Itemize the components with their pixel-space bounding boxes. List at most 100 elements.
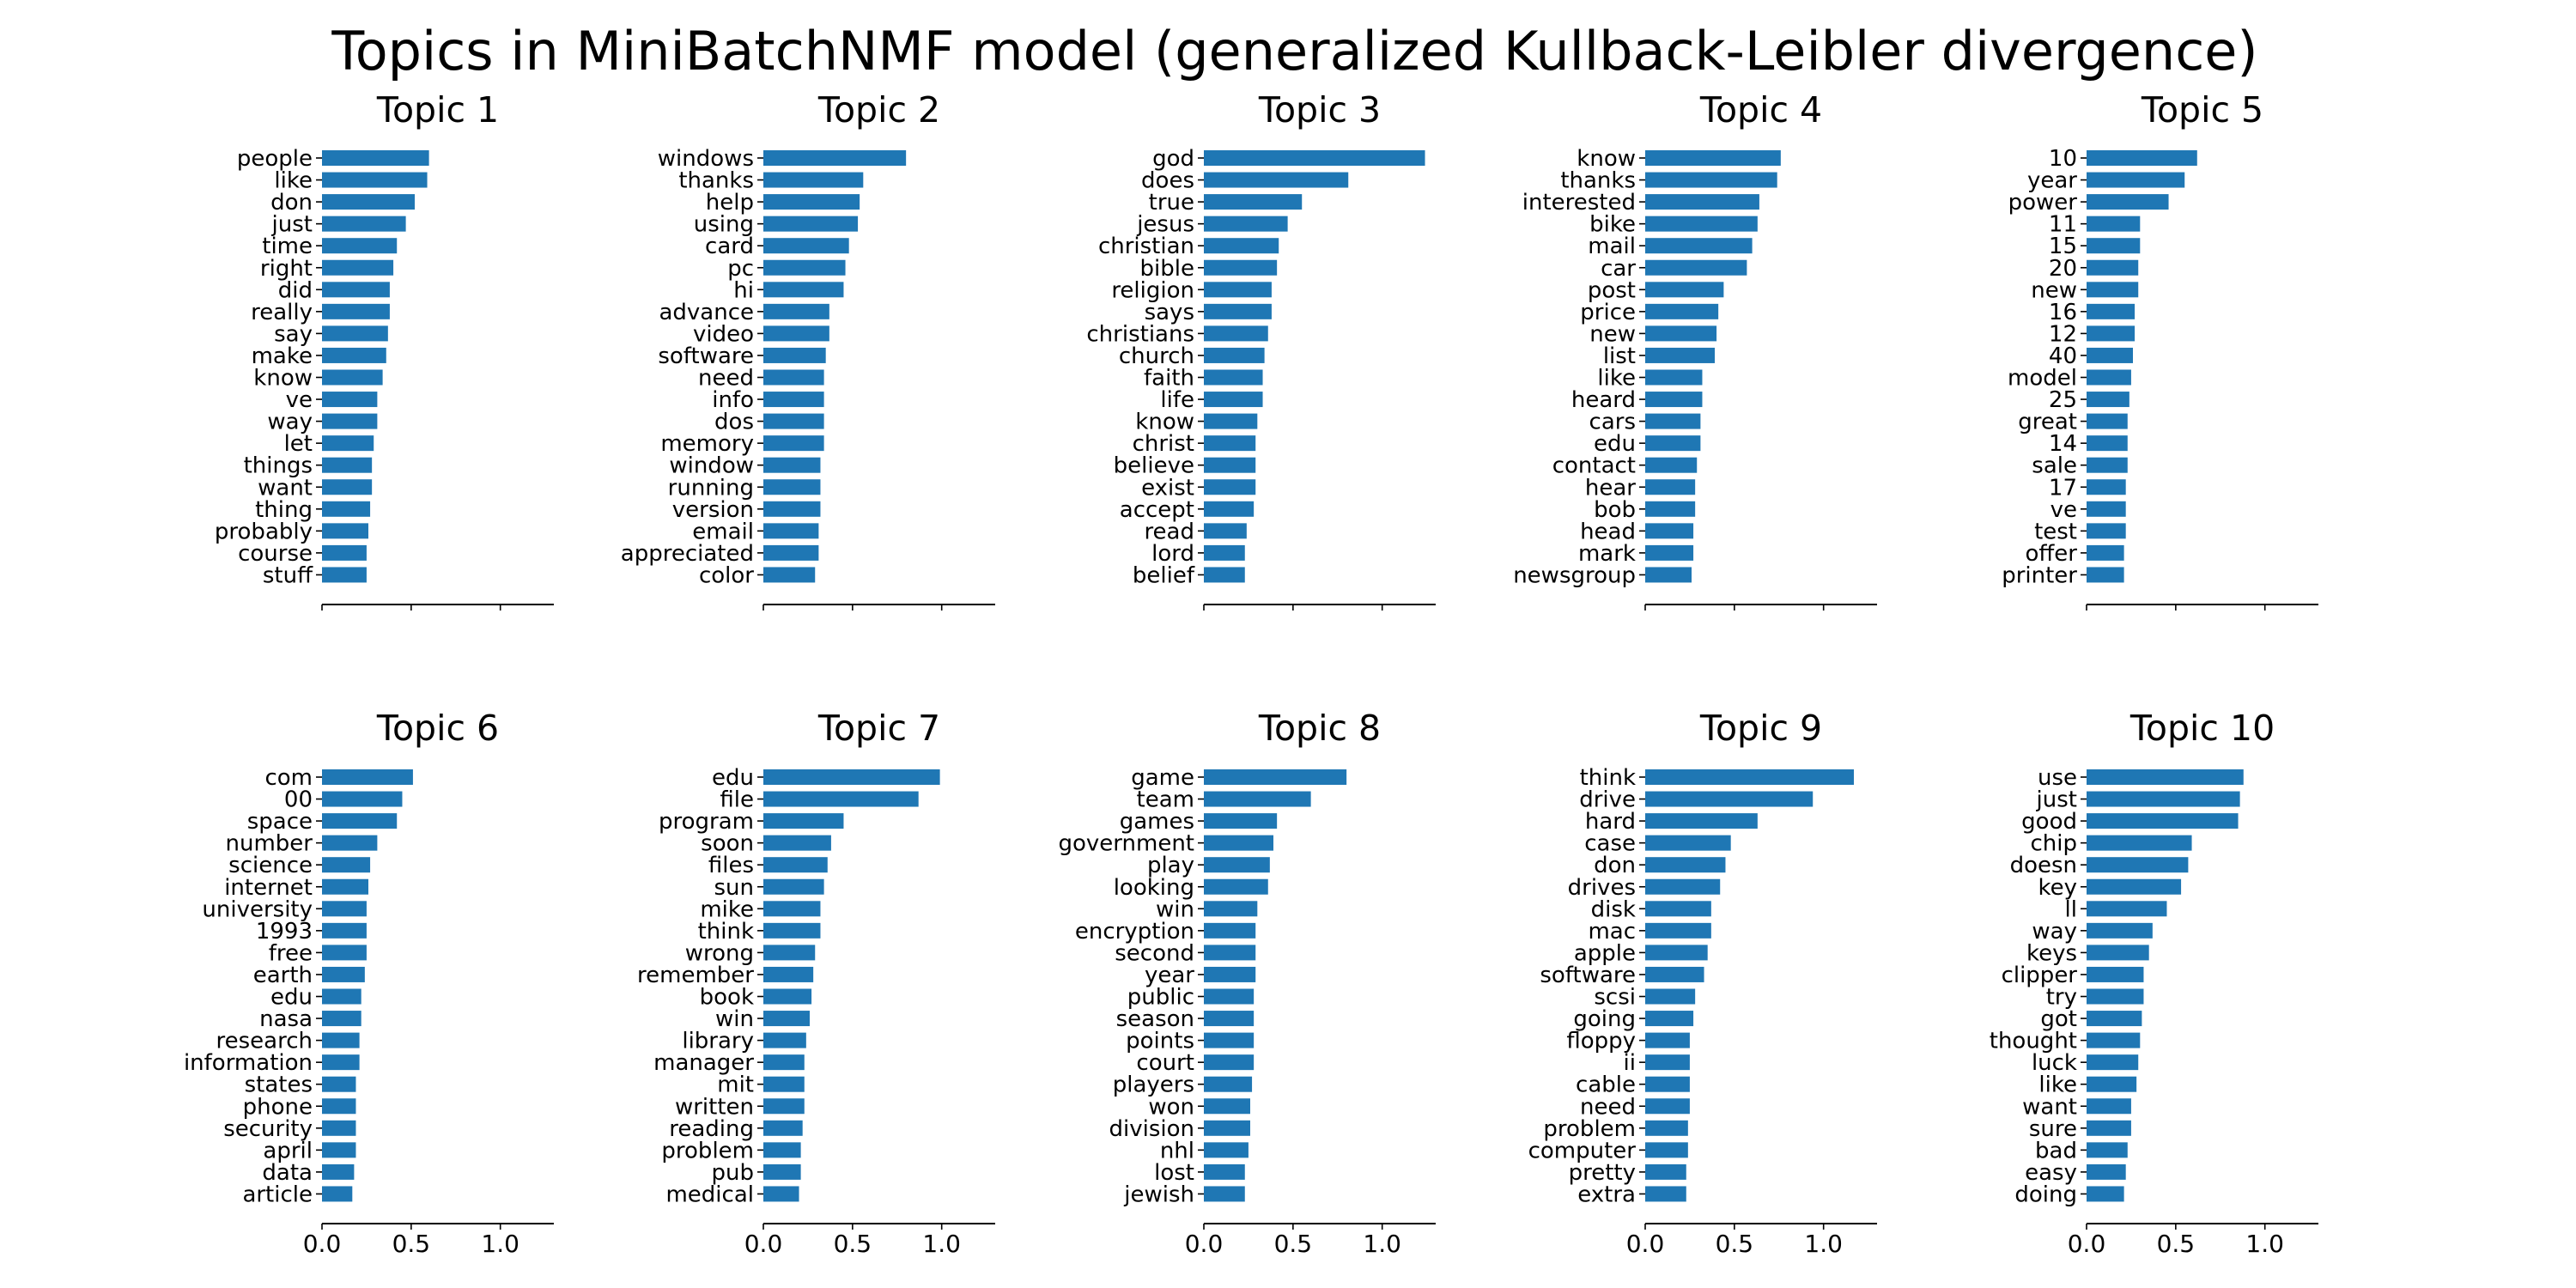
y-tick-label: article <box>242 1182 313 1207</box>
bar-year <box>1204 966 1256 982</box>
bar-cable <box>1645 1076 1690 1092</box>
bar-earth <box>322 966 365 982</box>
bar-ve <box>322 392 378 408</box>
bar-dos <box>763 413 824 429</box>
bar-hard <box>1645 813 1758 829</box>
bar-bible <box>1204 259 1278 276</box>
bar-nhl <box>1204 1142 1249 1158</box>
bar-remember <box>763 966 814 982</box>
bar-christ <box>1204 435 1256 452</box>
bar-want <box>322 479 373 495</box>
bar-problem <box>1645 1120 1688 1136</box>
bar-things <box>322 457 373 473</box>
bar-did <box>322 282 390 298</box>
bar-card <box>763 238 849 254</box>
bar-ve <box>2087 501 2126 517</box>
bar-17 <box>2087 479 2126 495</box>
bar-april <box>322 1142 356 1158</box>
bar-probably <box>322 523 368 539</box>
bar-information <box>322 1054 360 1071</box>
bar-bike <box>1645 216 1758 232</box>
bar-library <box>763 1032 806 1048</box>
bar-course <box>322 544 367 561</box>
bar-16 <box>2087 303 2136 319</box>
bar-printer <box>2087 567 2124 583</box>
bar-know <box>322 369 383 386</box>
bar-pc <box>763 259 846 276</box>
bar-read <box>1204 523 1247 539</box>
bar-hi <box>763 282 844 298</box>
bar-believe <box>1204 457 1256 473</box>
bar-stuff <box>322 567 367 583</box>
bar-got <box>2087 1011 2142 1027</box>
bar-list <box>1645 347 1715 363</box>
bar-info <box>763 392 824 408</box>
bar-key <box>2087 878 2182 895</box>
x-tick-label: 0.5 <box>392 1230 431 1258</box>
subplot-title: Topic 8 <box>1258 708 1381 749</box>
bar-ll <box>2087 901 2167 917</box>
x-tick-label: 0.5 <box>1716 1230 1754 1258</box>
bar-color <box>763 567 816 583</box>
bar-book <box>763 988 812 1005</box>
bar-space <box>322 813 398 829</box>
bar-extra <box>1645 1186 1686 1202</box>
bar-use <box>2087 769 2244 785</box>
x-tick-label: 0.0 <box>1185 1230 1224 1258</box>
bar-true <box>1204 194 1303 210</box>
x-tick-label: 1.0 <box>1363 1230 1401 1258</box>
bar-interested <box>1645 194 1759 210</box>
bar-need <box>1645 1098 1690 1115</box>
bar-hear <box>1645 479 1696 495</box>
bar-christian <box>1204 238 1279 254</box>
bar-nasa <box>322 1011 361 1027</box>
bar-phone <box>322 1098 356 1115</box>
y-tick-label: extra <box>1577 1182 1636 1207</box>
bar-like <box>2087 1076 2137 1092</box>
bar-pretty <box>1645 1163 1686 1180</box>
bar-contact <box>1645 457 1698 473</box>
subplot-title: Topic 7 <box>817 708 940 749</box>
bar-science <box>322 857 371 873</box>
bar-win <box>763 1011 810 1027</box>
bar-program <box>763 813 844 829</box>
bar-does <box>1204 172 1349 188</box>
bar-new <box>1645 325 1717 342</box>
bar-play <box>1204 857 1270 873</box>
bar-drive <box>1645 791 1814 807</box>
x-tick-label: 0.5 <box>1274 1230 1313 1258</box>
bar-luck <box>2087 1054 2139 1071</box>
bar-great <box>2087 413 2128 429</box>
bar-post <box>1645 282 1724 298</box>
bar-like <box>1645 369 1703 386</box>
bar-religion <box>1204 282 1272 298</box>
bar-email <box>763 523 819 539</box>
bar-chip <box>2087 835 2192 851</box>
bar-want <box>2087 1098 2131 1115</box>
bar-make <box>322 347 386 363</box>
bar-think <box>1645 769 1854 785</box>
bar-way <box>322 413 378 429</box>
bar-mac <box>1645 922 1711 939</box>
bar-players <box>1204 1076 1253 1092</box>
y-tick-label: printer <box>2002 562 2077 588</box>
bar-medical <box>763 1186 799 1202</box>
bar-power <box>2087 194 2169 210</box>
x-tick-label: 1.0 <box>922 1230 961 1258</box>
bar-scsi <box>1645 988 1696 1005</box>
subplot-title: Topic 6 <box>376 708 499 749</box>
bar-belief <box>1204 567 1245 583</box>
subplot-title: Topic 2 <box>817 89 940 131</box>
bar-00 <box>322 791 403 807</box>
subplot-title: Topic 10 <box>2129 708 2275 749</box>
bar-doesn <box>2087 857 2189 873</box>
y-tick-label: medical <box>665 1182 754 1207</box>
bar-40 <box>2087 347 2133 363</box>
bar-internet <box>322 878 368 895</box>
bar-season <box>1204 1011 1255 1027</box>
y-tick-label: doing <box>2014 1182 2077 1207</box>
bar-free <box>322 945 367 961</box>
bar-10 <box>2087 150 2197 166</box>
bar-edu <box>1645 435 1701 452</box>
bar-life <box>1204 392 1263 408</box>
